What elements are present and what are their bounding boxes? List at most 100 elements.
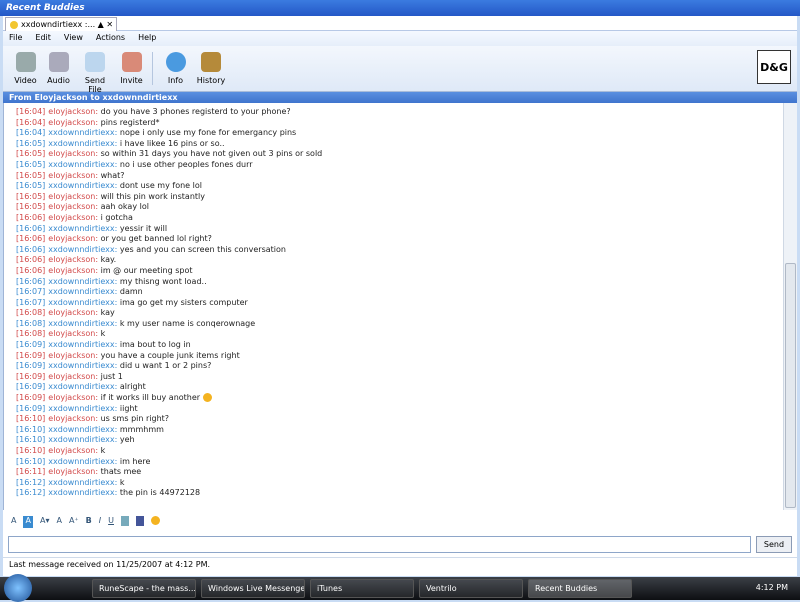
message-line: [16:06] eloyjackson: i gotcha (16, 213, 797, 224)
message-line: [16:05] eloyjackson: so within 31 days yo… (16, 149, 797, 160)
background-color-button[interactable]: A (23, 516, 33, 528)
message-text: thats mee (100, 467, 142, 477)
invite-button[interactable]: Invite (117, 50, 146, 87)
message-line: [16:05] xxdownndirtiexx: no i use other p… (16, 160, 797, 171)
taskbar-recent-buddies[interactable]: Recent Buddies (528, 579, 632, 598)
message-sender: [16:05] (16, 181, 46, 191)
message-text: kay. (100, 255, 117, 265)
message-text: will this pin work instantly (100, 191, 205, 201)
message-text: you have a couple junk items right (100, 350, 240, 360)
message-sender: [16:10] (16, 446, 46, 455)
message-text: im here (119, 456, 151, 466)
sender-name: eloyjackson: (48, 107, 99, 116)
message-sender: [16:06] (16, 244, 46, 254)
message-line: [16:06] xxdownndirtiexx: my thisng wont l… (16, 277, 797, 288)
wink-icon[interactable] (135, 516, 144, 526)
message-text: just 1 (100, 371, 123, 381)
menu-bar: File Edit View Actions Help (3, 31, 797, 46)
video-button[interactable]: Video (11, 50, 40, 87)
menu-edit[interactable]: Edit (35, 33, 51, 44)
sender-name: xxdownndirtiexx: (48, 382, 118, 392)
history-button[interactable]: History (194, 50, 228, 87)
sender-name: xxdownndirtiexx: (48, 456, 118, 466)
sender-name: xxdownndirtiexx: (48, 477, 118, 487)
message-line: [16:09] eloyjackson: just 1 (16, 372, 797, 383)
message-text: my thisng wont load.. (119, 276, 207, 286)
menu-help[interactable]: Help (138, 33, 156, 44)
audio-button[interactable]: Audio (44, 50, 73, 87)
menu-actions[interactable]: Actions (96, 33, 125, 44)
message-sender: [16:08] (16, 318, 46, 328)
send-button[interactable]: Send (756, 536, 792, 553)
message-sender: [16:07] (16, 297, 46, 307)
message-line: [16:10] xxdownndirtiexx: yeh (16, 435, 797, 446)
increase-font-button[interactable]: A⁺ (69, 516, 79, 528)
window-title: Recent Buddies (6, 3, 85, 13)
sender-name: eloyjackson: (48, 329, 99, 339)
message-line: [16:05] xxdownndirtiexx: i have likee 16 … (16, 139, 797, 150)
message-text: the pin is 44972128 (119, 488, 201, 498)
message-line: [16:05] eloyjackson: what? (16, 171, 797, 182)
clock: 4:12 PM (755, 583, 788, 592)
sender-name: xxdownndirtiexx: (48, 181, 118, 191)
menu-view[interactable]: View (64, 33, 83, 44)
message-line: [16:05] eloyjackson: will this pin work i… (16, 192, 797, 203)
message-line: [16:11] eloyjackson: thats mee (16, 467, 797, 478)
message-line: [16:09] eloyjackson: you have a couple ju… (16, 351, 797, 362)
message-line: [16:09] xxdownndirtiexx: ima bout to log … (16, 340, 797, 351)
smiley-icon (203, 393, 213, 403)
taskbar-messenger[interactable]: Windows Live Messenger (201, 579, 305, 598)
ink-icon[interactable] (120, 516, 129, 526)
message-sender: [16:05] (16, 149, 46, 159)
send-file-icon (85, 52, 105, 72)
sender-name: eloyjackson: (48, 371, 99, 381)
sender-name: xxdownndirtiexx: (48, 488, 118, 498)
taskbar-ventrilo[interactable]: Ventrilo (419, 579, 523, 598)
message-sender: [16:12] (16, 488, 46, 498)
display-picture[interactable]: D&G (757, 50, 791, 84)
scrollbar[interactable] (783, 103, 797, 510)
font-button[interactable]: A (11, 516, 16, 528)
sender-name: xxdownndirtiexx: (48, 297, 118, 307)
message-text: yes and you can screen this conversation (119, 244, 286, 254)
message-line: [16:09] eloyjackson: if it works ill buy … (16, 393, 797, 404)
message-line: [16:09] xxdownndirtiexx: iight (16, 404, 797, 415)
message-sender: [16:09] (16, 350, 46, 360)
reset-font-button[interactable]: A (56, 516, 61, 528)
italic-button[interactable]: I (99, 516, 101, 528)
sender-name: eloyjackson: (48, 117, 99, 127)
send-file-button[interactable]: Send File (77, 50, 113, 94)
message-line: [16:05] eloyjackson: aah okay lol (16, 202, 797, 213)
menu-file[interactable]: File (9, 33, 22, 44)
message-text: or you get banned lol right? (100, 234, 212, 244)
message-text: aah okay lol (100, 202, 149, 212)
taskbar-runescape[interactable]: RuneScape - the mass... (92, 579, 196, 598)
taskbar-itunes[interactable]: iTunes (310, 579, 414, 598)
message-sender: [16:09] (16, 393, 46, 403)
message-sender: [16:10] (16, 414, 46, 424)
message-line: [16:08] eloyjackson: k (16, 329, 797, 340)
message-sender: [16:06] (16, 276, 46, 286)
message-line: [16:06] eloyjackson: im @ our meeting spo… (16, 266, 797, 277)
message-sender: [16:09] (16, 361, 46, 371)
message-text: did u want 1 or 2 pins? (119, 361, 212, 371)
message-text: if it works ill buy another (100, 393, 201, 403)
message-line: [16:10] xxdownndirtiexx: mmmhmm (16, 425, 797, 436)
start-button[interactable] (4, 574, 32, 602)
message-text: k my user name is conqerownage (119, 318, 256, 328)
emoticon-icon[interactable] (150, 516, 160, 525)
message-sender: [16:10] (16, 435, 46, 445)
message-text: yessir it will (119, 223, 168, 233)
message-line: [16:07] xxdownndirtiexx: ima go get my si… (16, 298, 797, 309)
bold-button[interactable]: B (86, 516, 92, 528)
conversation-tab[interactable]: xxdowndirtiexx :... ▲ ✕ (5, 17, 117, 31)
scrollbar-thumb[interactable] (785, 263, 796, 508)
underline-button[interactable]: U (108, 516, 114, 528)
decrease-font-button[interactable]: A▾ (40, 516, 50, 528)
message-sender: [16:09] (16, 382, 46, 392)
sender-name: xxdownndirtiexx: (48, 287, 118, 297)
message-text: so within 31 days you have not given out… (100, 149, 323, 159)
message-input[interactable] (8, 536, 751, 553)
sender-name: xxdownndirtiexx: (48, 424, 118, 434)
info-button[interactable]: Info (161, 50, 190, 87)
